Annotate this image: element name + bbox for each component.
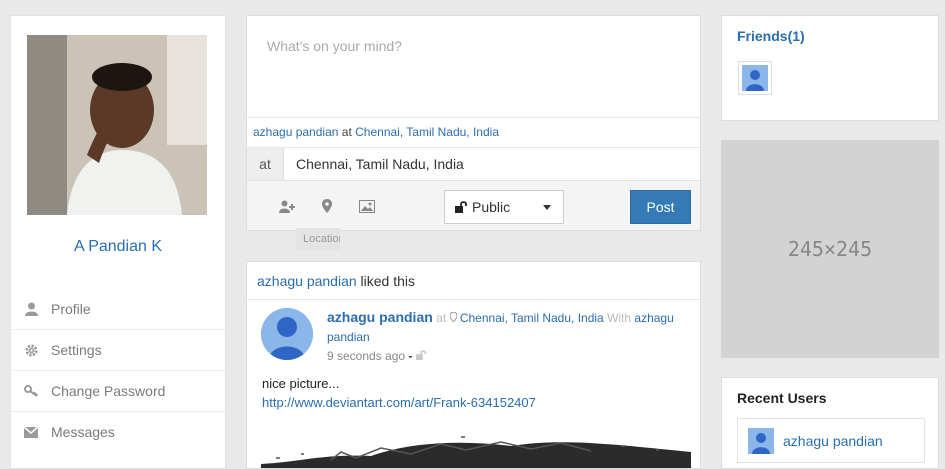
key-icon xyxy=(23,383,39,399)
feed-item: azhagu pandian liked this azhagu pandian… xyxy=(246,261,701,469)
post-text: nice picture... xyxy=(262,376,340,391)
location-at-text: at xyxy=(341,125,352,139)
profile-photo[interactable] xyxy=(27,35,207,215)
post-with-user-link-cont[interactable]: pandian xyxy=(327,330,370,344)
post-composer: azhagu pandian at Chennai, Tamil Nadu, I… xyxy=(246,15,701,231)
friends-title[interactable]: Friends(1) xyxy=(737,28,805,44)
post-image[interactable] xyxy=(261,434,691,468)
post-author-avatar[interactable] xyxy=(261,308,313,360)
at-label: at xyxy=(247,148,284,180)
menu-item-settings[interactable]: Settings xyxy=(11,329,225,370)
recent-users-card: Recent Users azhagu pandian xyxy=(721,377,939,469)
post-meta: azhagu pandian at Chennai, Tamil Nadu, I… xyxy=(327,308,692,366)
post-with-user-link[interactable]: azhagu xyxy=(634,311,673,325)
chevron-down-icon xyxy=(543,205,551,210)
menu-item-profile[interactable]: Profile xyxy=(11,288,225,329)
location-place-link[interactable]: Chennai, Tamil Nadu, India xyxy=(355,125,499,139)
unlock-icon xyxy=(415,349,427,363)
tag-friends-icon[interactable] xyxy=(278,198,296,214)
menu-item-label: Messages xyxy=(51,424,115,440)
menu-item-messages[interactable]: Messages xyxy=(11,411,225,452)
photo-icon[interactable] xyxy=(358,198,376,214)
menu-item-label: Profile xyxy=(51,300,91,317)
post-body: nice picture... http://www.deviantart.co… xyxy=(262,374,536,412)
post-with-text: With xyxy=(607,311,632,325)
meta-separator: - xyxy=(408,349,413,363)
ad-placeholder[interactable]: 245×245 xyxy=(721,140,939,358)
recent-user-item[interactable]: azhagu pandian xyxy=(737,418,925,463)
recent-users-title: Recent Users xyxy=(737,390,827,406)
post-link[interactable]: http://www.deviantart.com/art/Frank-6341… xyxy=(262,393,536,412)
envelope-icon xyxy=(23,424,39,440)
post-author-link[interactable]: azhagu pandian xyxy=(327,309,433,325)
recent-user-avatar xyxy=(748,427,774,454)
liker-link[interactable]: azhagu pandian xyxy=(257,273,357,289)
location-user-link[interactable]: azhagu pandian xyxy=(253,125,338,139)
post-timestamp: 9 seconds ago xyxy=(327,349,406,363)
location-pin-icon[interactable] xyxy=(318,198,336,214)
menu-item-label: Change Password xyxy=(51,383,166,399)
status-input[interactable] xyxy=(247,16,700,117)
user-icon xyxy=(23,301,39,317)
composer-toolbar: Public Post xyxy=(247,180,700,230)
map-marker-icon xyxy=(448,311,460,325)
recent-user-name: azhagu pandian xyxy=(783,432,883,449)
location-tooltip: Location xyxy=(296,228,340,250)
unlock-icon xyxy=(455,201,468,213)
profile-name[interactable]: A Pandian K xyxy=(11,238,225,256)
friends-card: Friends(1) xyxy=(721,15,939,121)
feed-item-header: azhagu pandian liked this xyxy=(247,262,700,300)
friend-avatar[interactable] xyxy=(738,61,772,95)
post-button[interactable]: Post xyxy=(630,190,691,224)
location-summary: azhagu pandian at Chennai, Tamil Nadu, I… xyxy=(247,117,700,147)
privacy-label: Public xyxy=(472,199,511,215)
profile-card: A Pandian K Profile Settings Change Pass… xyxy=(10,15,226,469)
post-location-link[interactable]: Chennai, Tamil Nadu, India xyxy=(460,311,604,325)
post-at-text: at xyxy=(436,311,447,325)
activity-text: liked this xyxy=(360,273,416,289)
location-input[interactable] xyxy=(284,148,700,180)
gear-icon xyxy=(23,342,39,358)
location-row: at xyxy=(247,147,700,180)
menu-item-label: Settings xyxy=(51,342,102,358)
menu-item-change-password[interactable]: Change Password xyxy=(11,370,225,411)
privacy-dropdown[interactable]: Public xyxy=(444,190,564,224)
profile-menu: Profile Settings Change Password Message… xyxy=(11,288,225,452)
